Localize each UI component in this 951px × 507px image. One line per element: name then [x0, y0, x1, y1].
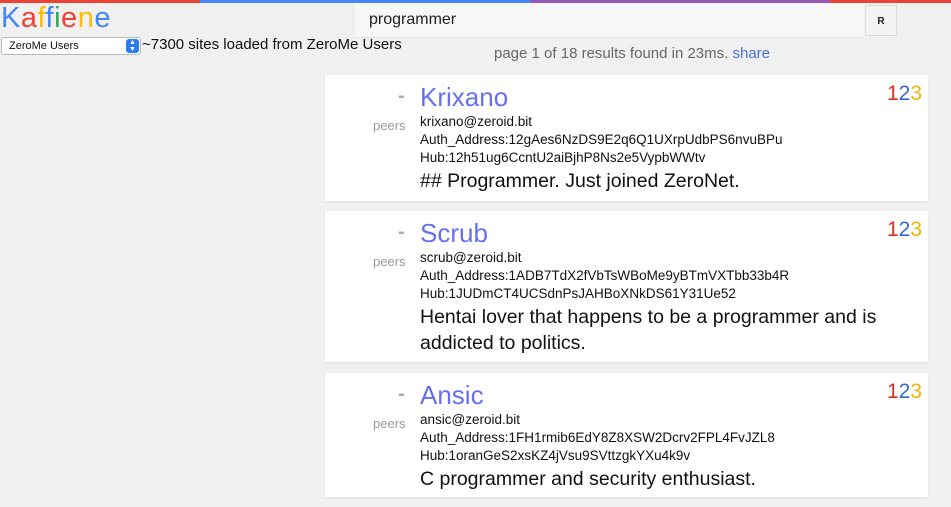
logo-letter: f [45, 2, 55, 34]
rank-digit: 3 [910, 82, 922, 105]
rank-digit: 1 [886, 380, 899, 403]
result-email: ansic@zeroid.bit [420, 412, 520, 427]
logo-letter: e [94, 2, 111, 34]
logo-letter: i [54, 2, 62, 34]
rank-digit: 2 [898, 380, 911, 403]
logo-letter: a [20, 2, 38, 34]
result-description: Hentai lover that happens to be a progra… [420, 306, 877, 354]
result-email: krixano@zeroid.bit [420, 114, 533, 129]
result-hub: Hub:1JUDmCT4UCSdnPsJAHBoXNkDS61Y31Ue52 [420, 286, 736, 301]
source-select[interactable]: ZeroMe Users ▲ ▼ [1, 37, 141, 55]
results-status: page 1 of 18 results found in 23ms. shar… [494, 45, 770, 63]
select-arrows-icon: ▲ ▼ [126, 39, 139, 53]
result-auth-address: Auth_Address:1FH1rmib6EdY8Z8XSW2Dcrv2FPL… [420, 430, 775, 445]
logo-letter: K [1, 2, 21, 34]
results-status-text: page 1 of 18 results found in 23ms. [494, 45, 729, 62]
result-card: - peers Krixano krixano@zeroid.bit Auth_… [325, 75, 928, 201]
peers-label: peers [373, 416, 406, 431]
logo-letter: f [37, 2, 46, 34]
rank-indicator: 123 [887, 81, 922, 107]
peers-label: peers [373, 254, 406, 269]
result-card: - peers Ansic ansic@zeroid.bit Auth_Addr… [325, 373, 928, 497]
result-auth-address: Auth_Address:12gAes6NzDS9E2q6Q1UXrpUdbPS… [420, 132, 783, 147]
result-email: scrub@zeroid.bit [420, 250, 522, 265]
rank-digit: 1 [886, 218, 899, 241]
vote-dash[interactable]: - [398, 221, 405, 244]
rank-indicator: 123 [887, 379, 922, 405]
rank-indicator: 123 [887, 217, 922, 243]
sites-loaded-text: ~7300 sites loaded from ZeroMe Users [142, 36, 402, 53]
logo-letter: e [61, 2, 78, 34]
peers-label: peers [373, 118, 406, 133]
result-hub: Hub:12h51ug6CcntU2aiBjhP8Ns2e5VypbWWtv [420, 150, 706, 165]
rank-digit: 2 [898, 218, 911, 241]
logo-letter: n [77, 2, 95, 34]
rank-digit: 2 [898, 82, 911, 105]
vote-dash[interactable]: - [398, 383, 405, 406]
r-button[interactable]: R [865, 5, 897, 36]
rank-digit: 3 [910, 218, 922, 241]
result-description: ## Programmer. Just joined ZeroNet. [420, 170, 740, 192]
rank-digit: 1 [886, 82, 899, 105]
result-description: C programmer and security enthusiast. [420, 468, 756, 490]
share-link[interactable]: share [733, 45, 771, 62]
result-title-link[interactable]: Scrub [420, 218, 488, 248]
rank-digit: 3 [910, 380, 922, 403]
result-hub: Hub:1oranGeS2xsKZ4jVsu9SVttzgkYXu4k9v [420, 448, 691, 463]
result-title-link[interactable]: Ansic [420, 380, 484, 410]
search-input[interactable] [355, 3, 865, 37]
kaffiene-logo[interactable]: Kaffiene [1, 0, 111, 36]
source-select-value: ZeroMe Users [9, 40, 79, 52]
result-card: - peers Scrub scrub@zeroid.bit Auth_Addr… [325, 211, 928, 362]
search-bar [355, 3, 865, 38]
result-auth-address: Auth_Address:1ADB7TdX2fVbTsWBoMe9yBTmVXT… [420, 268, 790, 283]
vote-dash[interactable]: - [398, 85, 405, 108]
result-title-link[interactable]: Krixano [420, 82, 508, 112]
